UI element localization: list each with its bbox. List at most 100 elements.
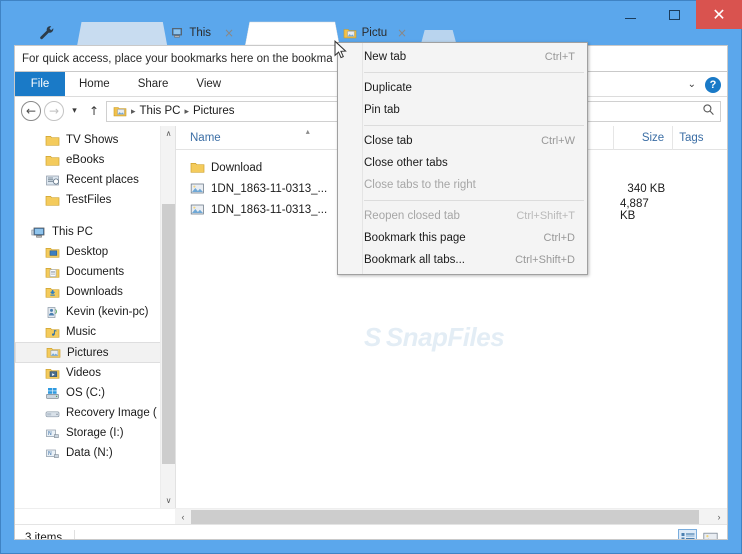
menu-item-reopen-closed-tab: Reopen closed tab Ctrl+Shift+T [338, 205, 587, 227]
ribbon-tab-view[interactable]: View [182, 72, 235, 96]
scrollbar-thumb[interactable] [162, 204, 175, 464]
nav-item-this-pc[interactable]: This PC [15, 222, 175, 242]
user-folder-icon [45, 305, 60, 320]
music-folder-icon [45, 325, 60, 340]
pictures-folder-icon [343, 26, 357, 40]
nav-item-downloads[interactable]: Downloads [15, 282, 175, 302]
scrollbar-thumb[interactable] [191, 509, 699, 524]
nav-item-recovery-image[interactable]: Recovery Image ( [15, 403, 175, 423]
scrollbar-track[interactable] [191, 508, 711, 525]
snapfiles-watermark: S SnapFiles [364, 322, 505, 353]
menu-item-new-tab[interactable]: New tab Ctrl+T [338, 46, 587, 68]
item-count-label: 3 items [25, 532, 63, 540]
tab-label: This PC [189, 26, 214, 39]
scroll-up-icon[interactable]: ∧ [161, 126, 175, 141]
chevron-down-icon[interactable]: ⌄ [688, 79, 696, 90]
menu-item-label: Reopen closed tab [364, 210, 460, 222]
column-label: Tags [679, 131, 704, 144]
search-input[interactable]: res [566, 100, 721, 122]
nav-item-data-n[interactable]: N Data (N:) [15, 443, 175, 463]
recent-locations-button[interactable]: ▾ [67, 101, 82, 121]
ribbon-tab-label: Share [137, 78, 169, 90]
ribbon-tab-share[interactable]: Share [124, 72, 183, 96]
column-header-size[interactable]: Size [614, 126, 674, 150]
menu-item-close-tab[interactable]: Close tab Ctrl+W [338, 130, 587, 152]
column-label: Name [190, 131, 221, 144]
nav-item-os-c[interactable]: OS (C:) [15, 383, 175, 403]
pictures-folder-icon [46, 345, 61, 360]
scroll-right-icon[interactable]: › [711, 509, 727, 525]
breadcrumb-this-pc[interactable]: This PC [140, 105, 181, 117]
menu-item-shortcut: Ctrl+Shift+T [516, 210, 575, 222]
forward-button[interactable]: → [44, 101, 64, 121]
recent-places-icon [45, 173, 60, 188]
watermark-text: SnapFiles [385, 322, 505, 352]
large-icons-view-button[interactable] [701, 529, 720, 539]
folder-icon [45, 133, 60, 148]
network-drive-icon: N [45, 446, 60, 461]
nav-item-pictures[interactable]: Pictures [15, 342, 175, 363]
menu-item-pin-tab[interactable]: Pin tab [338, 99, 587, 121]
navigation-pane: TV Shows eBooks Recent places TestFiles … [15, 126, 175, 508]
tab-close-icon[interactable]: × [397, 27, 407, 39]
file-tags-cell [673, 178, 727, 199]
menu-item-close-other-tabs[interactable]: Close other tabs [338, 152, 587, 174]
computer-icon [170, 26, 184, 40]
tab-close-icon[interactable]: × [224, 27, 234, 39]
menu-item-label: Pin tab [364, 104, 400, 116]
ribbon-tab-label: File [30, 78, 50, 90]
nav-item-label: Recovery Image ( [66, 407, 157, 419]
menu-separator [364, 200, 584, 201]
details-view-button[interactable] [678, 529, 697, 539]
horizontal-scrollbar[interactable]: ‹ › [15, 508, 727, 525]
nav-item-desktop[interactable]: Desktop [15, 242, 175, 262]
ribbon-tab-home[interactable]: Home [65, 72, 124, 96]
tab-context-menu[interactable]: New tab Ctrl+T Duplicate Pin tab Close t… [337, 42, 588, 275]
menu-item-label: Duplicate [364, 82, 412, 94]
documents-folder-icon [45, 265, 60, 280]
menu-item-duplicate[interactable]: Duplicate [338, 77, 587, 99]
nav-group-spacer [15, 210, 175, 222]
nav-item-music[interactable]: Music [15, 322, 175, 342]
up-button[interactable]: ↑ [85, 101, 103, 121]
nav-item-testfiles[interactable]: TestFiles [15, 190, 175, 210]
folder-icon [45, 193, 60, 208]
file-name: 1DN_1863-11-0313_... [211, 203, 328, 216]
breadcrumb-separator: ▸ [131, 105, 136, 116]
back-button[interactable]: ← [21, 101, 41, 121]
nav-item-tv-shows[interactable]: TV Shows [15, 130, 175, 150]
nav-item-label: TV Shows [66, 134, 119, 146]
nav-item-label: Documents [66, 266, 125, 278]
nav-item-documents[interactable]: Documents [15, 262, 175, 282]
tab-this-pc[interactable]: This PC × [60, 20, 240, 45]
nav-item-storage-i[interactable]: N Storage (I:) [15, 423, 175, 443]
os-drive-icon [45, 386, 60, 401]
scroll-down-icon[interactable]: ∨ [161, 493, 175, 508]
nav-item-kevin[interactable]: Kevin (kevin-pc) [15, 302, 175, 322]
menu-item-label: New tab [364, 51, 407, 63]
file-tags-cell [673, 199, 727, 220]
maximize-icon [668, 9, 680, 20]
nav-item-label: Videos [66, 367, 101, 379]
column-header-tags[interactable]: Tags [673, 126, 727, 150]
folder-icon [45, 153, 60, 168]
nav-item-label: Downloads [66, 286, 123, 298]
nav-item-ebooks[interactable]: eBooks [15, 150, 175, 170]
scroll-left-icon[interactable]: ‹ [175, 509, 191, 525]
menu-item-bookmark-all-tabs[interactable]: Bookmark all tabs... Ctrl+Shift+D [338, 249, 587, 271]
help-icon[interactable]: ? [705, 76, 721, 93]
videos-folder-icon [45, 366, 60, 381]
nav-item-recent-places[interactable]: Recent places [15, 170, 175, 190]
menu-item-shortcut: Ctrl+W [541, 135, 575, 147]
file-size-cell: 340 KB [627, 182, 666, 195]
breadcrumb-pictures[interactable]: Pictures [193, 105, 235, 117]
nav-pane-scrollbar[interactable]: ∧ ∨ [160, 126, 175, 508]
ribbon-tab-file[interactable]: File [15, 72, 65, 96]
nav-item-videos[interactable]: Videos [15, 363, 175, 383]
nav-item-label: This PC [52, 226, 93, 238]
file-size-cell [614, 157, 673, 178]
menu-item-bookmark-this-page[interactable]: Bookmark this page Ctrl+D [338, 227, 587, 249]
bookmark-bar-hint: For quick access, place your bookmarks h… [22, 52, 333, 65]
desktop-folder-icon [45, 245, 60, 260]
breadcrumb-separator: ▸ [184, 105, 189, 116]
